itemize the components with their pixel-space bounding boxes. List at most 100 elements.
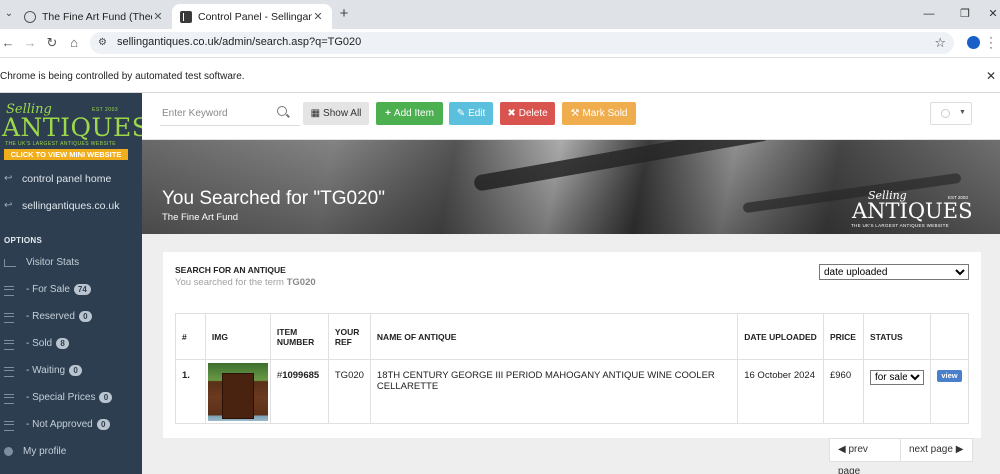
sidebar-item-sold[interactable]: - Sold 8 bbox=[0, 330, 142, 357]
user-menu-button[interactable]: ▼ bbox=[930, 102, 972, 125]
forward-arrow-icon[interactable]: → bbox=[22, 35, 38, 51]
list-icon bbox=[4, 285, 16, 296]
toolbar: ▦Show All +Add Item ✎Edit ✖Delete ⚒Mark … bbox=[142, 93, 1000, 140]
col-your-ref-l1: YOUR bbox=[334, 326, 360, 337]
sidebar-item-label: Visitor Stats bbox=[26, 257, 80, 268]
plus-icon: + bbox=[385, 108, 391, 119]
prev-page-button[interactable]: ◀ prev page bbox=[829, 438, 901, 474]
logo-tagline: THE UK'S LARGEST ANTIQUES WEBSITE bbox=[5, 141, 117, 147]
row-date: 16 October 2024 bbox=[737, 359, 824, 424]
bar-chart-icon bbox=[4, 258, 16, 267]
grid-icon: ▦ bbox=[310, 108, 321, 119]
user-icon bbox=[4, 447, 13, 456]
col-item-number-l1: ITEM bbox=[276, 326, 298, 337]
table-header-row: # IMG ITEM NUMBER YOUR REF NAME OF ANTIQUE… bbox=[175, 313, 970, 360]
row-item-number: #1099685 bbox=[269, 359, 329, 424]
minimize-icon[interactable]: — bbox=[922, 7, 936, 21]
count-badge: 0 bbox=[96, 419, 110, 430]
search-results-card: SEARCH FOR AN ANTIQUE You searched for t… bbox=[163, 252, 981, 438]
sidebar-link-label: sellingantiques.co.uk bbox=[22, 199, 120, 212]
browser-tab-fine-art-fund[interactable]: The Fine Art Fund (Theo Hare) ✕ bbox=[16, 4, 172, 29]
return-arrow-icon: ↩ bbox=[4, 173, 13, 184]
pencil-icon: ✎ bbox=[456, 108, 466, 119]
sidebar-link-sellingantiques[interactable]: ↩ sellingantiques.co.uk bbox=[0, 192, 142, 219]
mark-sold-button[interactable]: ⚒ Mark Sold bbox=[562, 102, 636, 125]
automation-message: Chrome is being controlled by automated … bbox=[0, 71, 245, 82]
sidebar-item-not-approved[interactable]: - Not Approved 0 bbox=[0, 411, 142, 438]
view-mini-website-button[interactable]: CLICK TO VIEW MINI WEBSITE bbox=[4, 149, 128, 160]
add-item-button[interactable]: + Add Item bbox=[376, 102, 443, 125]
list-icon bbox=[4, 420, 16, 431]
col-name: NAME OF ANTIQUE bbox=[369, 313, 739, 360]
maximize-icon[interactable]: ❐ bbox=[958, 7, 972, 21]
search-icon[interactable] bbox=[277, 106, 287, 116]
search-panel-subtitle: You searched for the term TG020 bbox=[175, 277, 316, 288]
close-window-icon[interactable]: ✕ bbox=[986, 7, 1000, 21]
sidebar-item-for-sale[interactable]: - For Sale 74 bbox=[0, 276, 142, 303]
close-tab-icon[interactable]: ✕ bbox=[312, 10, 324, 23]
bookmark-star-icon[interactable]: ☆ bbox=[934, 35, 946, 51]
count-badge: 8 bbox=[56, 338, 70, 349]
row-action-cell: view bbox=[929, 359, 970, 424]
search-term-prefix: You searched for the term bbox=[175, 277, 287, 288]
tab-search-chevron-icon[interactable]: ⌄ bbox=[2, 7, 16, 21]
site-logo[interactable]: Selling EST 2003 ANTIQUES THE UK'S LARGE… bbox=[0, 93, 149, 163]
sidebar-item-label: - Special Prices bbox=[26, 392, 96, 403]
omnibox[interactable]: ⚙ sellingantiques.co.uk/admin/search.asp… bbox=[90, 32, 954, 54]
count-badge: 0 bbox=[69, 365, 83, 376]
row-image-cell[interactable] bbox=[204, 359, 271, 424]
chevron-right-icon: ▶ bbox=[952, 444, 964, 455]
reload-icon[interactable]: ↻ bbox=[44, 35, 60, 51]
row-index: 1. bbox=[175, 359, 206, 424]
sidebar-link-control-panel-home[interactable]: ↩ control panel home bbox=[0, 165, 142, 192]
edit-button[interactable]: ✎ Edit bbox=[449, 102, 493, 125]
next-page-button[interactable]: next page ▶ bbox=[900, 438, 973, 462]
status-select[interactable]: for sale bbox=[869, 370, 924, 385]
url-text[interactable]: sellingantiques.co.uk/admin/search.asp?q… bbox=[117, 36, 361, 48]
next-page-label: next page bbox=[909, 444, 953, 455]
close-tab-icon[interactable]: ✕ bbox=[152, 10, 164, 23]
site-info-icon[interactable]: ⚙ bbox=[98, 37, 110, 49]
antique-thumbnail[interactable] bbox=[207, 362, 268, 421]
view-button[interactable]: view bbox=[936, 370, 962, 382]
home-icon[interactable]: ⌂ bbox=[66, 35, 82, 51]
sidebar-link-label: control panel home bbox=[22, 172, 112, 185]
caret-down-icon: ▼ bbox=[959, 109, 966, 116]
delete-button[interactable]: ✖ Delete bbox=[500, 102, 555, 125]
row-name: 18TH CENTURY GEORGE III PERIOD MAHOGANY … bbox=[369, 359, 739, 424]
sort-order-select[interactable]: date uploaded bbox=[819, 264, 969, 280]
sidebar: Selling EST 2003 ANTIQUES THE UK'S LARGE… bbox=[0, 93, 149, 474]
sidebar-item-label: My profile bbox=[23, 446, 67, 457]
infobar-close-icon[interactable]: ✕ bbox=[986, 69, 996, 83]
sidebar-item-label: - Sold bbox=[26, 338, 53, 349]
gavel-icon: ⚒ bbox=[570, 108, 580, 119]
col-img: IMG bbox=[204, 313, 271, 360]
col-your-ref-l2: REF bbox=[334, 336, 352, 347]
browser-menu-icon[interactable]: · · · bbox=[989, 31, 995, 53]
main-content: ▦Show All +Add Item ✎Edit ✖Delete ⚒Mark … bbox=[142, 93, 1000, 474]
search-panel-title: SEARCH FOR AN ANTIQUE bbox=[175, 265, 286, 275]
table-row[interactable]: 1. #1099685 TG020 18TH CENTURY GEORGE II… bbox=[175, 359, 970, 424]
profile-avatar-icon[interactable] bbox=[967, 36, 980, 49]
automation-infobar: Chrome is being controlled by automated … bbox=[0, 57, 1000, 93]
col-status: STATUS bbox=[862, 313, 931, 360]
address-bar-row: ← → ↻ ⌂ ⚙ sellingantiques.co.uk/admin/se… bbox=[0, 29, 1000, 57]
sidebar-item-special-prices[interactable]: - Special Prices 0 bbox=[0, 384, 142, 411]
show-all-button[interactable]: ▦ Show All bbox=[303, 102, 369, 125]
count-badge: 74 bbox=[73, 284, 91, 295]
row-ref: TG020 bbox=[327, 359, 371, 424]
browser-tab-control-panel[interactable]: Control Panel - Sellingantiques ✕ bbox=[172, 4, 332, 29]
return-arrow-icon: ↩ bbox=[4, 200, 13, 211]
logo-antiques-text: ANTIQUES bbox=[2, 113, 150, 142]
back-arrow-icon[interactable]: ← bbox=[0, 35, 16, 51]
page-title: You Searched for "TG020" bbox=[162, 188, 385, 209]
sidebar-item-label: - Waiting bbox=[26, 365, 66, 376]
sidebar-item-reserved[interactable]: - Reserved 0 bbox=[0, 303, 142, 330]
options-heading: OPTIONS bbox=[4, 236, 43, 245]
new-tab-button[interactable]: + bbox=[336, 6, 352, 22]
sidebar-item-waiting[interactable]: - Waiting 0 bbox=[0, 357, 142, 384]
edit-label: Edit bbox=[468, 108, 486, 119]
sidebar-item-label: - Reserved bbox=[26, 311, 75, 322]
sidebar-item-visitor-stats[interactable]: Visitor Stats bbox=[0, 249, 142, 276]
sidebar-item-my-profile[interactable]: My profile bbox=[0, 438, 142, 465]
